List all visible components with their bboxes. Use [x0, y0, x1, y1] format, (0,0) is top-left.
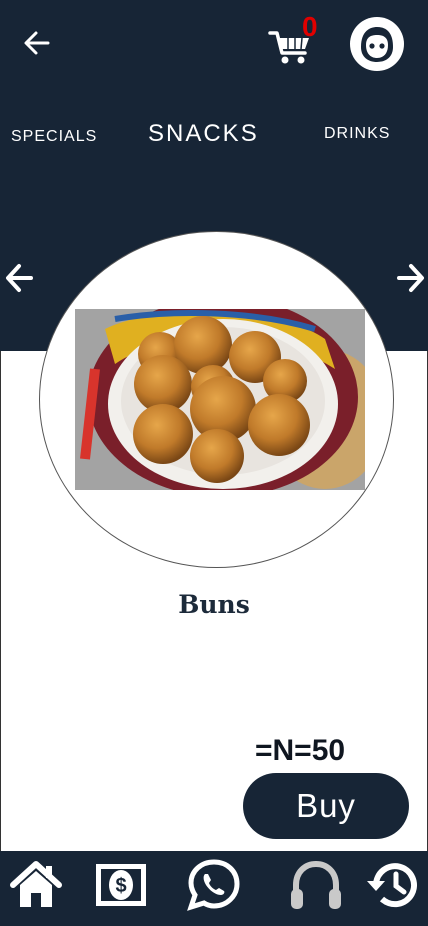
- history-icon[interactable]: [366, 859, 420, 911]
- product-name: Buns: [178, 590, 250, 619]
- product-image: [75, 309, 365, 490]
- product-price: =N=50: [255, 734, 346, 767]
- arrow-right-icon[interactable]: [396, 260, 426, 296]
- avatar[interactable]: [350, 17, 404, 71]
- arrow-left-icon[interactable]: [20, 26, 54, 60]
- cart-count-badge: 0: [302, 11, 318, 42]
- headphones-icon[interactable]: [288, 859, 344, 911]
- tab-specials[interactable]: SPECIALS: [11, 128, 97, 146]
- bottom-nav: $: [0, 851, 428, 926]
- tab-drinks[interactable]: DRINKS: [324, 125, 390, 143]
- money-icon[interactable]: $: [94, 859, 148, 911]
- arrow-left-icon[interactable]: [4, 260, 34, 296]
- svg-text:$: $: [115, 875, 126, 897]
- tab-snacks[interactable]: SNACKS: [148, 120, 259, 148]
- buy-button[interactable]: Buy: [243, 773, 409, 839]
- home-icon[interactable]: [9, 859, 63, 911]
- face-avatar-icon: [361, 27, 393, 62]
- whatsapp-icon[interactable]: [186, 859, 242, 911]
